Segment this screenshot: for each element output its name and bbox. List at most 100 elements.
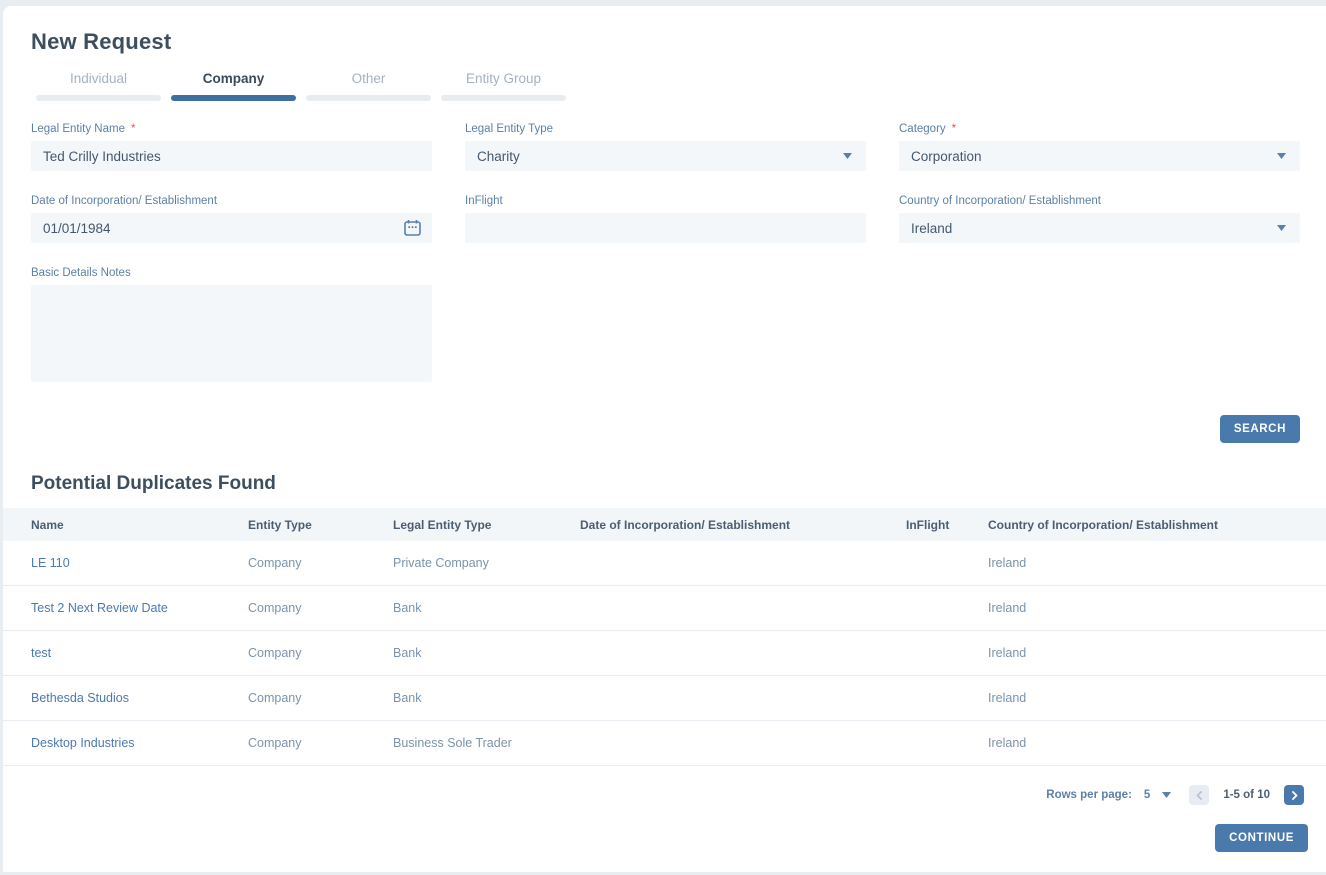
country-of-incorporation-field-group: Country of Incorporation/ Establishment … [899,195,1300,243]
inflight-control [465,213,866,243]
tab-entity-group[interactable]: Entity Group [441,71,566,101]
tab-indicator [441,95,566,101]
row-name-link[interactable]: LE 110 [31,556,248,570]
continue-button[interactable]: CONTINUE [1215,824,1308,852]
page-range-label: 1-5 of 10 [1223,789,1270,801]
tab-indicator [36,95,161,101]
tab-label: Other [306,71,431,95]
chevron-down-icon [1277,225,1286,231]
duplicates-section-title: Potential Duplicates Found [31,473,1300,495]
tab-indicator [171,95,296,101]
table-body: LE 110 Company Private Company Ireland T… [3,541,1326,766]
label-text: Basic Details Notes [31,267,131,279]
selected-value: Corporation [899,149,982,164]
legal-entity-type-field-group: Legal Entity Type Charity [465,123,866,171]
label-text: Country of Incorporation/ Establishment [899,195,1101,207]
date-of-incorporation-field-group: Date of Incorporation/ Establishment [31,195,432,243]
rows-per-page-value[interactable]: 5 [1144,789,1150,801]
row-entity-type: Company [248,601,393,615]
row-name-link[interactable]: Test 2 Next Review Date [31,601,248,615]
table-row[interactable]: test Company Bank Ireland [3,631,1326,676]
row-country-of-incorporation: Ireland [988,646,1326,660]
chevron-down-icon [1277,153,1286,159]
chevron-left-icon [1196,791,1203,800]
category-field-group: Category * Corporation [899,123,1300,171]
column-header-inflight: InFlight [906,518,988,532]
label-text: InFlight [465,195,503,207]
selected-value: Ireland [899,221,952,236]
row-legal-entity-type: Private Company [393,556,580,570]
next-page-button[interactable] [1284,785,1304,805]
row-name-link[interactable]: test [31,646,248,660]
company-form: Legal Entity Name * Legal Entity Type Ch… [31,123,1300,387]
row-entity-type: Company [248,691,393,705]
tab-individual[interactable]: Individual [36,71,161,101]
page-title: New Request [31,6,1300,55]
rows-per-page-chevron-down-icon[interactable] [1162,792,1171,798]
required-asterisk: * [131,123,135,135]
search-button[interactable]: SEARCH [1220,415,1300,443]
tab-bar: Individual Company Other Entity Group [31,71,1300,101]
column-header-entity-type: Entity Type [248,518,393,532]
column-header-country-of-incorporation: Country of Incorporation/ Establishment [988,518,1326,532]
label-text: Legal Entity Name [31,123,125,135]
date-of-incorporation-input[interactable] [31,213,432,243]
row-legal-entity-type: Bank [393,601,580,615]
row-country-of-incorporation: Ireland [988,556,1326,570]
label-text: Date of Incorporation/ Establishment [31,195,217,207]
row-legal-entity-type: Bank [393,691,580,705]
row-country-of-incorporation: Ireland [988,691,1326,705]
row-entity-type: Company [248,736,393,750]
table-row[interactable]: LE 110 Company Private Company Ireland [3,541,1326,586]
label-text: Legal Entity Type [465,123,553,135]
row-country-of-incorporation: Ireland [988,601,1326,615]
row-country-of-incorporation: Ireland [988,736,1326,750]
legal-entity-name-field-group: Legal Entity Name * [31,123,432,171]
legal-entity-type-select[interactable]: Charity [465,141,866,171]
inflight-input[interactable] [465,213,866,243]
required-asterisk: * [952,123,956,135]
tab-label: Company [171,71,296,95]
row-entity-type: Company [248,556,393,570]
inflight-field-group: InFlight [465,195,866,243]
column-header-legal-entity-type: Legal Entity Type [393,518,580,532]
pagination: Rows per page: 5 1-5 of 10 [3,766,1326,810]
row-legal-entity-type: Bank [393,646,580,660]
country-of-incorporation-label: Country of Incorporation/ Establishment [899,195,1300,207]
table-row[interactable]: Desktop Industries Company Business Sole… [3,721,1326,766]
rows-per-page-label: Rows per page: [1046,789,1132,801]
legal-entity-type-label: Legal Entity Type [465,123,866,135]
legal-entity-name-input[interactable] [31,141,432,171]
tab-label: Entity Group [441,71,566,95]
row-name-link[interactable]: Desktop Industries [31,736,248,750]
calendar-icon[interactable] [404,220,421,237]
column-header-name: Name [31,518,248,532]
row-legal-entity-type: Business Sole Trader [393,736,580,750]
basic-details-notes-textarea[interactable] [31,285,432,382]
country-of-incorporation-select[interactable]: Ireland [899,213,1300,243]
tab-other[interactable]: Other [306,71,431,101]
tab-company[interactable]: Company [171,71,296,101]
legal-entity-name-label: Legal Entity Name * [31,123,432,135]
selected-value: Charity [465,149,520,164]
row-name-link[interactable]: Bethesda Studios [31,691,248,705]
category-select[interactable]: Corporation [899,141,1300,171]
basic-details-notes-label: Basic Details Notes [31,267,432,279]
date-of-incorporation-control [31,213,432,243]
table-row[interactable]: Test 2 Next Review Date Company Bank Ire… [3,586,1326,631]
new-request-panel: New Request Individual Company Other Ent… [3,6,1326,872]
basic-details-notes-field-group: Basic Details Notes [31,267,432,387]
category-label: Category * [899,123,1300,135]
chevron-down-icon [843,153,852,159]
chevron-right-icon [1291,791,1298,800]
legal-entity-name-control [31,141,432,171]
tab-label: Individual [36,71,161,95]
previous-page-button[interactable] [1189,785,1209,805]
tab-indicator [306,95,431,101]
date-of-incorporation-label: Date of Incorporation/ Establishment [31,195,432,207]
row-entity-type: Company [248,646,393,660]
table-row[interactable]: Bethesda Studios Company Bank Ireland [3,676,1326,721]
column-header-date-of-incorporation: Date of Incorporation/ Establishment [580,518,906,532]
label-text: Category [899,123,946,135]
table-header-row: Name Entity Type Legal Entity Type Date … [3,508,1326,541]
